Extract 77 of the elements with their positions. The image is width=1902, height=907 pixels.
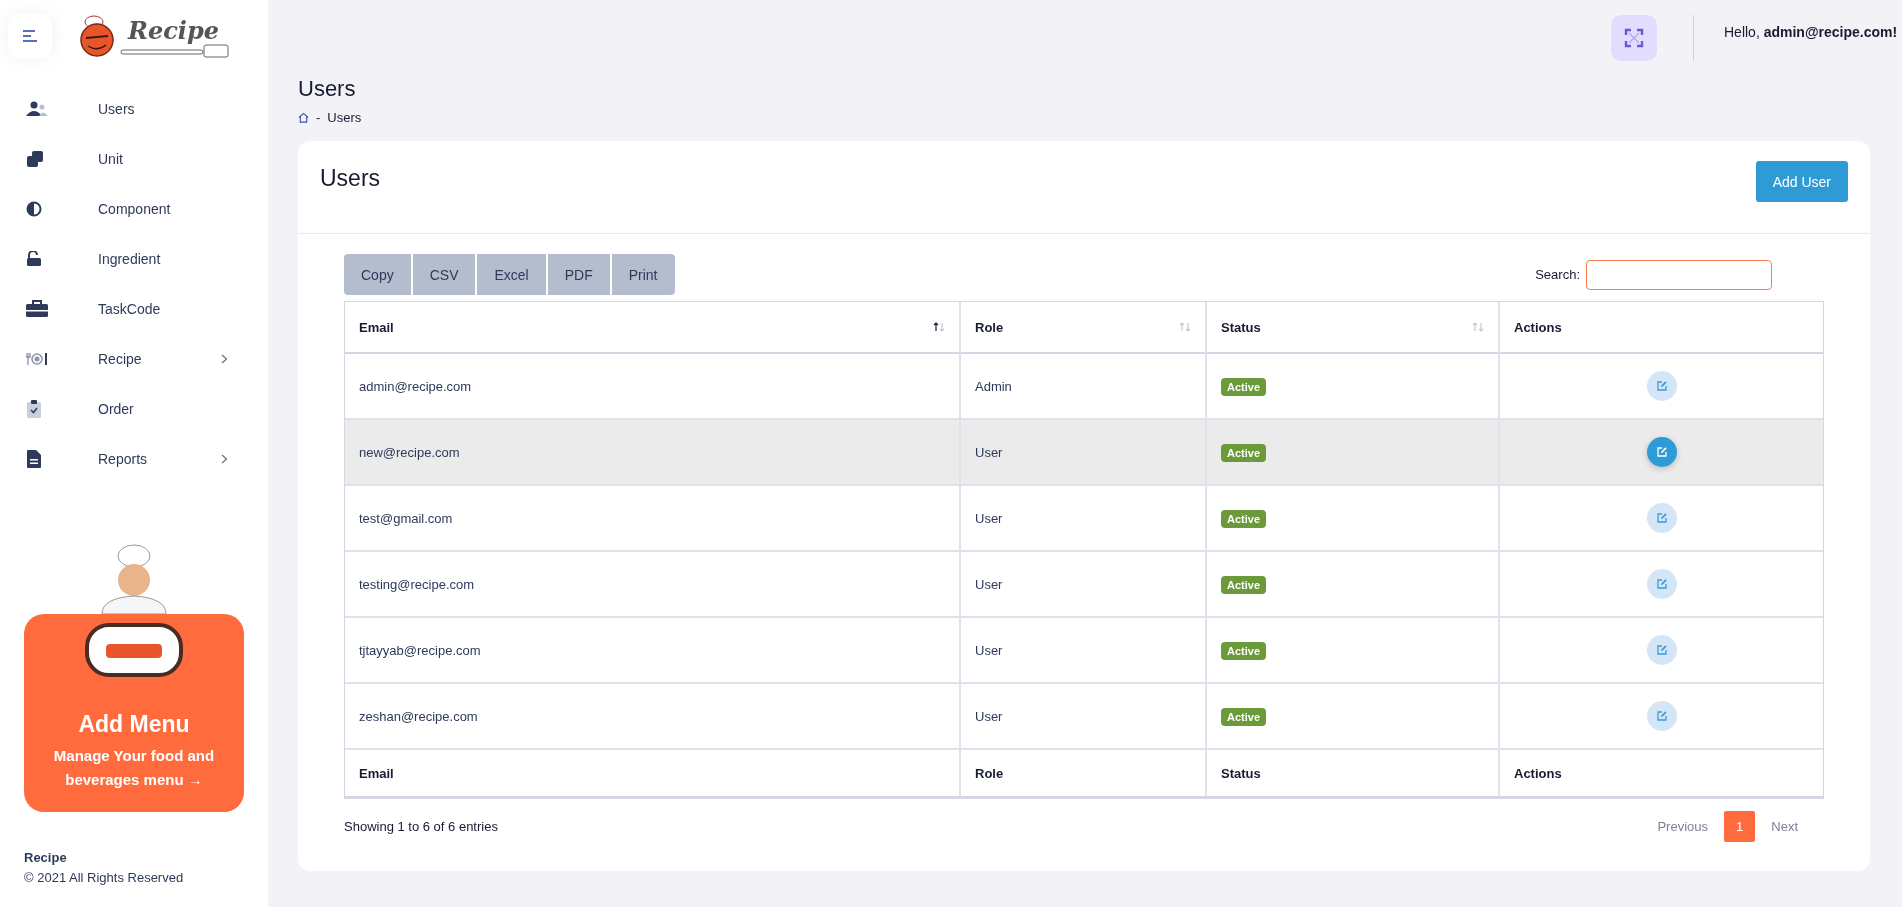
copyright-text: © 2021 All Rights Reserved [24, 870, 185, 885]
table-cell: test@gmail.com [345, 486, 961, 552]
edit-button[interactable] [1646, 701, 1677, 731]
squares-icon [26, 150, 44, 168]
sidebar-item[interactable]: Users [0, 84, 268, 134]
breadcrumb-item: Users [327, 110, 362, 125]
page-title: Users [298, 76, 357, 102]
table-cell: User [961, 684, 1207, 750]
table-cell: testing@recipe.com [345, 552, 961, 618]
edit-icon [1655, 710, 1668, 722]
edit-button[interactable] [1646, 503, 1677, 533]
status-badge: Active [1221, 509, 1267, 528]
export-button[interactable]: Copy [344, 254, 411, 295]
briefcase-icon [26, 300, 48, 318]
export-button[interactable]: Excel [477, 254, 546, 295]
column-header[interactable]: Role [961, 302, 1207, 354]
sidebar-item[interactable]: Reports [0, 434, 268, 484]
status-badge: Active [1221, 575, 1267, 594]
column-footer: Email [345, 750, 961, 798]
breadcrumb-separator: - [316, 110, 321, 125]
greeting-text: Hello, admin@recipe.com! [1724, 24, 1899, 40]
sidebar-item[interactable]: Order [0, 384, 268, 434]
sidebar-item[interactable]: TaskCode [0, 284, 268, 334]
edit-icon [1655, 512, 1668, 524]
edit-button[interactable] [1646, 437, 1677, 467]
status-badge: Active [1221, 443, 1267, 462]
column-footer: Status [1207, 750, 1500, 798]
edit-button[interactable] [1646, 635, 1677, 665]
logo[interactable]: Recipe [78, 14, 230, 58]
spatula-icon [120, 44, 230, 58]
column-footer: Role [961, 750, 1207, 798]
edit-button[interactable] [1646, 569, 1677, 599]
status-badge: Active [1221, 377, 1267, 396]
export-button[interactable]: Print [611, 254, 675, 295]
table-cell: User [961, 486, 1207, 552]
card-title: Users [320, 165, 381, 192]
sidebar-item[interactable]: Component [0, 184, 268, 234]
export-button[interactable]: CSV [412, 254, 476, 295]
unlock-icon [26, 251, 42, 267]
plate-cutlery-icon [26, 352, 48, 366]
promo-title: Add Menu [78, 711, 190, 738]
home-icon[interactable] [298, 112, 309, 123]
entries-info: Showing 1 to 6 of 6 entries [344, 819, 498, 834]
clipboard-icon [26, 399, 42, 419]
footer-brand: Recipe [24, 850, 68, 865]
table-cell: User [961, 552, 1207, 618]
logo-text: Recipe [128, 18, 219, 44]
column-header[interactable]: Email [345, 302, 961, 354]
sidebar-item[interactable]: Recipe [0, 334, 268, 384]
edit-icon [1655, 446, 1668, 458]
document-icon [26, 449, 42, 469]
column-footer: Actions [1500, 750, 1823, 798]
table-cell: User [961, 420, 1207, 486]
users-icon [26, 101, 48, 117]
table-cell: new@recipe.com [345, 420, 961, 486]
status-badge: Active [1221, 707, 1267, 726]
promo-text: Manage Your food and beverages menu → [52, 746, 216, 790]
edit-button[interactable] [1646, 371, 1677, 401]
half-circle-icon [26, 201, 42, 217]
column-header[interactable]: Actions [1500, 302, 1823, 354]
fullscreen-icon [1624, 28, 1644, 48]
edit-icon [1655, 644, 1668, 656]
edit-icon [1655, 380, 1668, 392]
fullscreen-button[interactable] [1611, 15, 1657, 61]
column-header[interactable]: Status [1207, 302, 1500, 354]
table-cell: User [961, 618, 1207, 684]
table-cell: zeshan@recipe.com [345, 684, 961, 750]
search-label: Search: [1535, 267, 1580, 282]
sidebar-item[interactable]: Ingredient [0, 234, 268, 284]
sidebar-item[interactable]: Unit [0, 134, 268, 184]
table-cell: tjtayyab@recipe.com [345, 618, 961, 684]
search-field[interactable] [1586, 259, 1772, 290]
status-badge: Active [1221, 641, 1267, 660]
menu-toggle-button[interactable] [8, 14, 52, 58]
menu-icon [22, 29, 38, 43]
edit-icon [1655, 578, 1668, 590]
export-button[interactable]: PDF [547, 254, 610, 295]
